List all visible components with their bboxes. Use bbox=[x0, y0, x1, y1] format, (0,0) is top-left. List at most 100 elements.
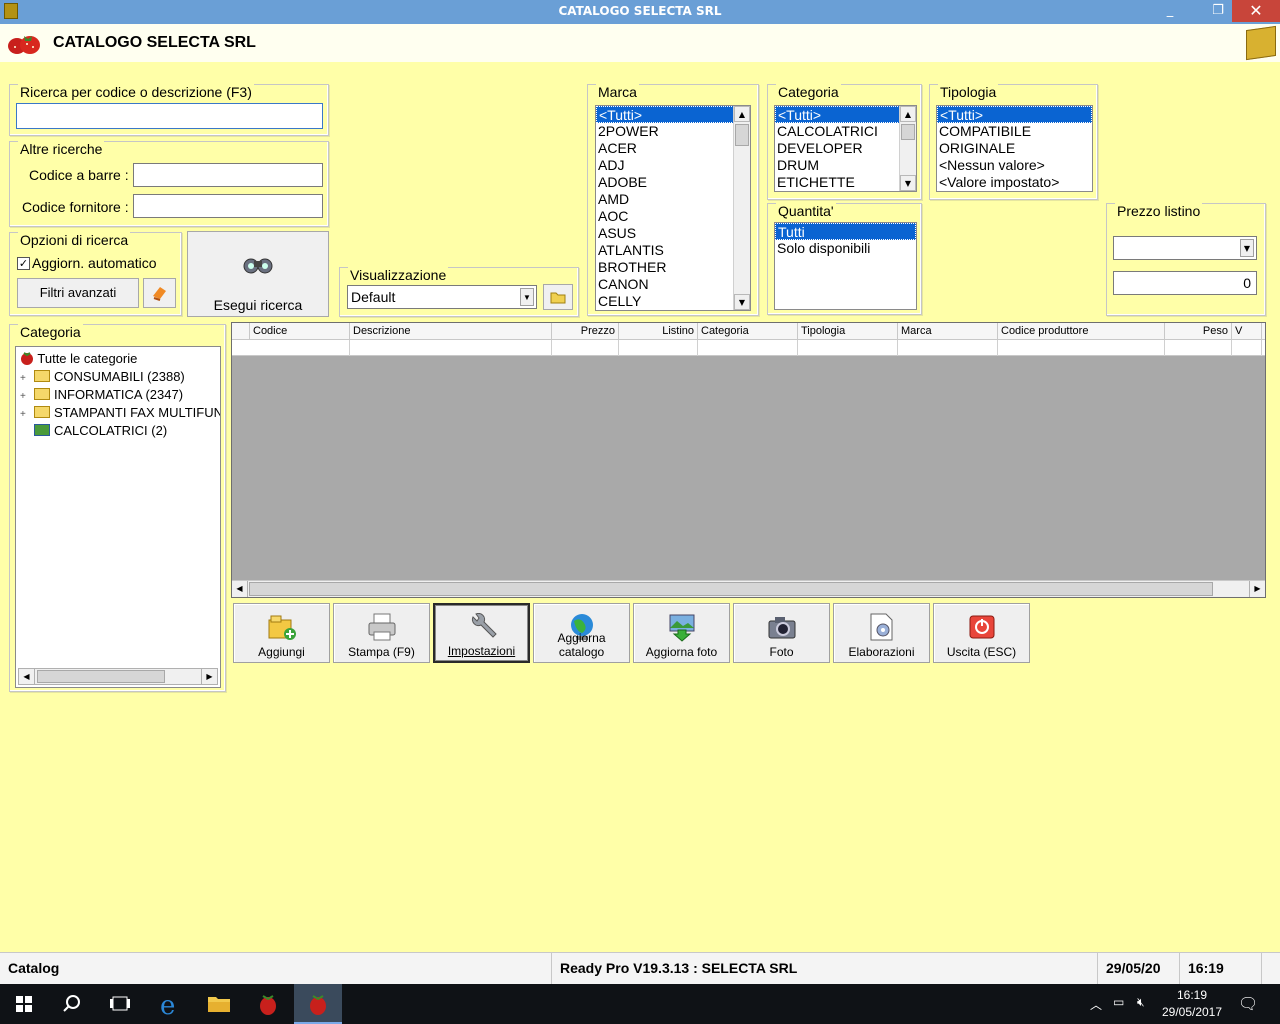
brand-item[interactable]: CANON bbox=[596, 276, 750, 293]
toolbar-button-photo-download[interactable]: Aggiorna foto bbox=[633, 603, 730, 663]
scroll-thumb[interactable] bbox=[37, 670, 165, 683]
scroll-right-icon[interactable]: ▶ bbox=[1249, 581, 1265, 597]
price-value-field[interactable]: 0 bbox=[1113, 271, 1257, 295]
run-search-button[interactable]: Esegui ricerca bbox=[187, 231, 329, 317]
grid-cell[interactable] bbox=[798, 340, 898, 356]
scroll-up-icon[interactable]: ▲ bbox=[734, 106, 750, 122]
category-item[interactable]: <Tutti> bbox=[775, 106, 916, 123]
chevron-down-icon[interactable]: ▼ bbox=[520, 288, 534, 306]
toolbar-button-document-gear[interactable]: Elaborazioni bbox=[833, 603, 930, 663]
grid-column-header[interactable]: Tipologia bbox=[798, 323, 898, 340]
tree-hscrollbar[interactable]: ◀ ▶ bbox=[18, 668, 218, 685]
grid-cell[interactable] bbox=[619, 340, 698, 356]
price-list-select[interactable]: ▼ bbox=[1113, 236, 1257, 260]
grid-cell[interactable] bbox=[1165, 340, 1232, 356]
grid-column-header[interactable]: Codice produttore bbox=[998, 323, 1165, 340]
tree-node[interactable]: + INFORMATICA (2347) bbox=[20, 387, 220, 405]
category-scrollbar[interactable]: ▲ ▼ bbox=[899, 106, 916, 191]
type-item[interactable]: ORIGINALE bbox=[937, 140, 1092, 157]
volume-muted-icon[interactable]: 🔇︎ bbox=[1137, 995, 1145, 1010]
readypro-catalog-taskbar-button[interactable] bbox=[294, 984, 342, 1024]
grid-cell[interactable] bbox=[898, 340, 998, 356]
tree-root[interactable]: Tutte le categorie bbox=[20, 351, 137, 369]
grid-column-header[interactable]: Listino bbox=[619, 323, 698, 340]
quantity-listbox[interactable]: Tutti Solo disponibili bbox=[774, 222, 917, 310]
quantity-item[interactable]: Tutti bbox=[775, 223, 916, 240]
grid-column-header[interactable]: Descrizione bbox=[350, 323, 552, 340]
notifications-icon[interactable]: 🗨︎ bbox=[1238, 994, 1258, 1014]
type-listbox[interactable]: <Tutti> COMPATIBILE ORIGINALE <Nessun valor… bbox=[936, 105, 1093, 192]
expand-icon[interactable]: + bbox=[20, 373, 30, 384]
brand-item[interactable]: ACER bbox=[596, 140, 750, 157]
grid-column-header[interactable]: Categoria bbox=[698, 323, 798, 340]
readypro-taskbar-button[interactable] bbox=[244, 984, 292, 1024]
scroll-left-icon[interactable]: ◀ bbox=[19, 669, 35, 684]
type-item[interactable]: <Nessun valore> bbox=[937, 157, 1092, 174]
brand-item[interactable]: AOC bbox=[596, 208, 750, 225]
scroll-thumb[interactable] bbox=[735, 124, 749, 146]
tray-clock-time[interactable]: 16:19 bbox=[1162, 988, 1222, 1002]
tray-chevron-icon[interactable]: ︿ bbox=[1090, 996, 1102, 1013]
toolbar-button-camera[interactable]: Foto bbox=[733, 603, 830, 663]
tree-node[interactable]: + STAMPANTI FAX MULTIFUNZ bbox=[20, 405, 220, 423]
grid-column-header[interactable]: Peso bbox=[1165, 323, 1232, 340]
tree-node[interactable]: CALCOLATRICI (2) bbox=[20, 423, 220, 441]
auto-update-label[interactable]: Aggiorn. automatico bbox=[32, 255, 157, 271]
quantity-item[interactable]: Solo disponibili bbox=[775, 240, 916, 257]
grid-column-header[interactable]: Marca bbox=[898, 323, 998, 340]
barcode-field[interactable] bbox=[133, 163, 323, 187]
edge-taskbar-button[interactable]: e bbox=[146, 984, 194, 1024]
brand-item[interactable]: 2POWER bbox=[596, 123, 750, 140]
clear-filters-button[interactable] bbox=[143, 278, 176, 308]
scroll-thumb[interactable] bbox=[249, 582, 1213, 596]
tray-clock-date[interactable]: 29/05/2017 bbox=[1158, 1005, 1226, 1019]
explorer-taskbar-button[interactable] bbox=[195, 984, 243, 1024]
scroll-down-icon[interactable]: ▼ bbox=[900, 175, 916, 191]
grid-cell[interactable] bbox=[998, 340, 1165, 356]
network-icon[interactable]: ▭ bbox=[1113, 995, 1124, 1009]
task-view-button[interactable] bbox=[96, 984, 144, 1024]
brand-item[interactable]: ADOBE bbox=[596, 174, 750, 191]
grid-column-header[interactable]: Codice bbox=[250, 323, 350, 340]
toolbar-button-power[interactable]: Uscita (ESC) bbox=[933, 603, 1030, 663]
category-listbox[interactable]: <Tutti> CALCOLATRICI DEVELOPER DRUM ETICHETT… bbox=[774, 105, 917, 192]
grid-new-row[interactable] bbox=[232, 340, 1265, 356]
type-item[interactable]: <Valore impostato> bbox=[937, 174, 1092, 191]
type-item[interactable]: <Tutti> bbox=[937, 106, 1092, 123]
toolbar-button-wrench[interactable]: Impostazioni bbox=[433, 603, 530, 663]
scroll-left-icon[interactable]: ◀ bbox=[232, 581, 248, 597]
brand-item[interactable]: ASUS bbox=[596, 225, 750, 242]
search-taskbar-button[interactable] bbox=[48, 984, 96, 1024]
view-select[interactable]: Default ▼ bbox=[347, 285, 537, 309]
brand-item[interactable]: AMD bbox=[596, 191, 750, 208]
grid-cell[interactable] bbox=[698, 340, 798, 356]
expand-icon[interactable]: + bbox=[20, 409, 30, 420]
grid-column-header[interactable]: V bbox=[1232, 323, 1262, 340]
brand-item[interactable]: <Tutti> bbox=[596, 106, 750, 123]
toolbar-button-globe[interactable]: Aggiorna catalogo bbox=[533, 603, 630, 663]
results-grid[interactable]: Codice Descrizione Prezzo Listino Categoria T… bbox=[231, 322, 1266, 598]
grid-cell[interactable] bbox=[250, 340, 350, 356]
brand-scrollbar[interactable]: ▲ ▼ bbox=[733, 106, 750, 310]
brand-item[interactable]: ADJ bbox=[596, 157, 750, 174]
open-view-button[interactable] bbox=[543, 284, 573, 310]
window-titlebar[interactable]: CATALOGO SELECTA SRL _ ❐ ✕ bbox=[0, 0, 1280, 24]
grid-cell[interactable] bbox=[350, 340, 552, 356]
advanced-filters-button[interactable]: Filtri avanzati bbox=[17, 278, 139, 308]
tree-node[interactable]: + CONSUMABILI (2388) bbox=[20, 369, 220, 387]
expand-icon[interactable]: + bbox=[20, 391, 30, 402]
scroll-right-icon[interactable]: ▶ bbox=[201, 669, 217, 684]
grid-column-header[interactable]: Prezzo bbox=[552, 323, 619, 340]
start-button[interactable] bbox=[0, 984, 48, 1024]
grid-cell[interactable] bbox=[552, 340, 619, 356]
brand-listbox[interactable]: <Tutti> 2POWER ACER ADJ ADOBE AMD AOC ASUS ATLAN… bbox=[595, 105, 751, 311]
category-tree[interactable]: Tutte le categorie + CONSUMABILI (2388) + I… bbox=[15, 346, 221, 688]
auto-update-checkbox[interactable]: ✓ bbox=[17, 257, 30, 270]
toolbar-button-printer[interactable]: Stampa (F9) bbox=[333, 603, 430, 663]
brand-item[interactable]: ATLANTIS bbox=[596, 242, 750, 259]
restore-button[interactable]: ❐ bbox=[1204, 0, 1232, 22]
category-item[interactable]: ETICHETTE bbox=[775, 174, 916, 191]
brand-item[interactable]: CELLY bbox=[596, 293, 750, 310]
grid-cell[interactable] bbox=[1232, 340, 1262, 356]
category-item[interactable]: DRUM bbox=[775, 157, 916, 174]
